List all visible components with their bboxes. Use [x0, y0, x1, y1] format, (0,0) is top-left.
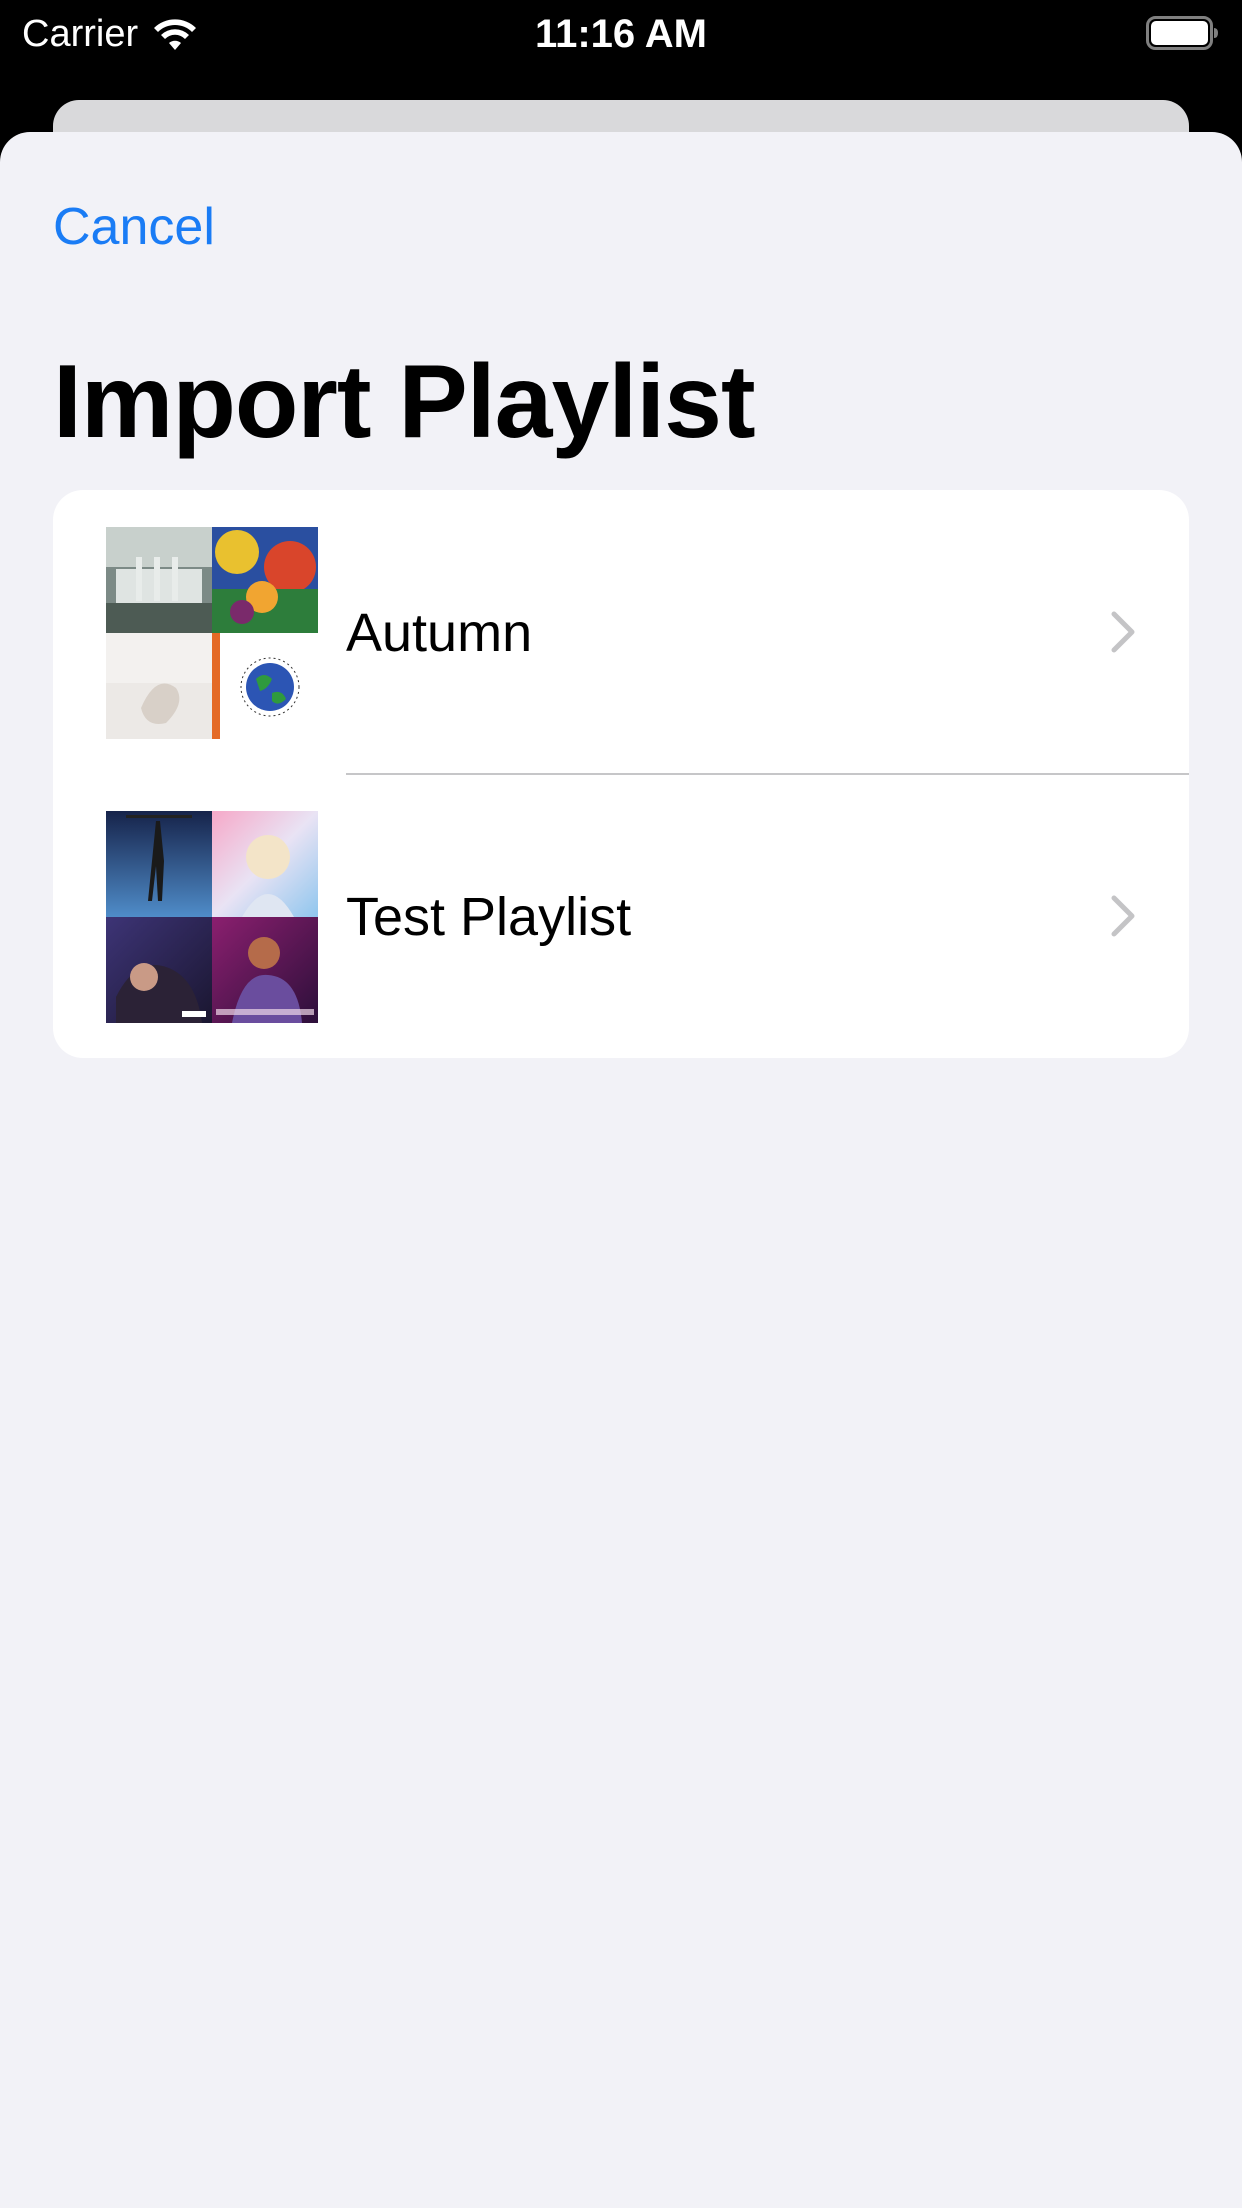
playlist-artwork — [106, 527, 318, 739]
chevron-right-icon — [1111, 611, 1135, 653]
cancel-button[interactable]: Cancel — [53, 192, 215, 262]
album-art-tile — [106, 811, 212, 917]
battery-icon — [1146, 16, 1218, 50]
status-time: 11:16 AM — [535, 12, 707, 56]
album-art-tile — [106, 917, 212, 1023]
playlist-artwork — [106, 811, 318, 1023]
playlist-list: Autumn Test Playlist — [53, 490, 1189, 1058]
album-art-tile — [212, 633, 318, 739]
album-art-tile — [212, 527, 318, 633]
chevron-right-icon — [1111, 895, 1135, 937]
page-title: Import Playlist — [53, 344, 756, 460]
modal-sheet: Cancel Import Playlist Autumn Test Playl… — [0, 132, 1242, 2208]
album-art-tile — [212, 811, 318, 917]
status-bar: Carrier 11:16 AM — [0, 0, 1242, 70]
album-art-tile — [106, 527, 212, 633]
album-art-tile — [106, 633, 212, 739]
list-item-test-playlist[interactable]: Test Playlist — [53, 774, 1189, 1058]
album-art-tile — [212, 917, 318, 1023]
list-item-autumn[interactable]: Autumn — [53, 490, 1189, 775]
playlist-name: Autumn — [346, 603, 533, 663]
playlist-name: Test Playlist — [346, 887, 632, 947]
